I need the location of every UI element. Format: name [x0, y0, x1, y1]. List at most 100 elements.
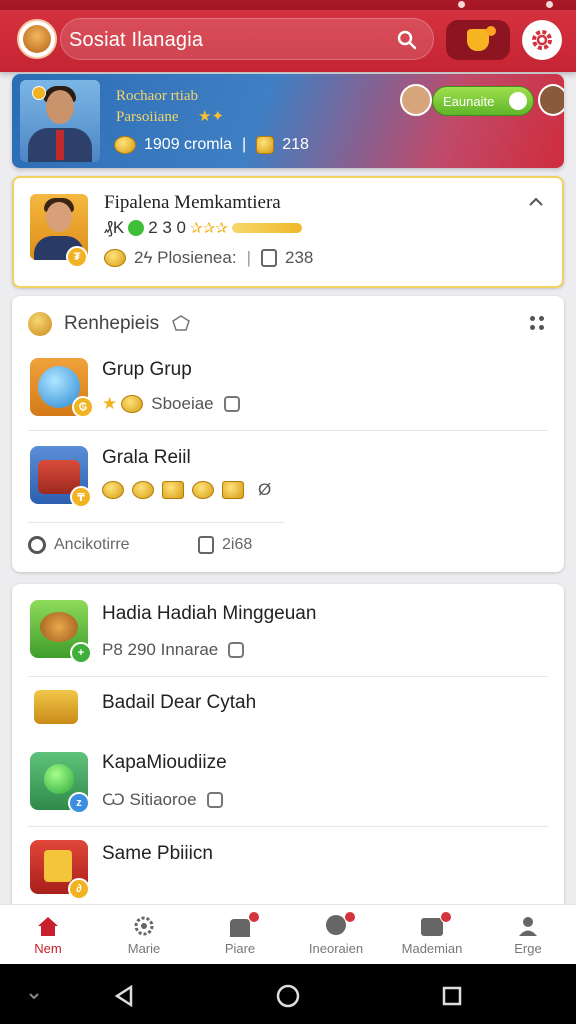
list-item-meta-text: P8 290 Innarae: [102, 640, 219, 659]
nav-label: Nem: [34, 941, 62, 956]
hero-name: Rochaor rtiab: [116, 88, 199, 104]
reward-item-meta-text: Sboeiae: [151, 394, 214, 413]
footer-activity-label: Ancikotirre: [54, 536, 130, 553]
notification-badge: [248, 911, 260, 923]
list-item-meta-text: Ѡ Sitiaoroe: [102, 790, 197, 809]
store-icon: [228, 911, 260, 937]
coin-icon: [121, 395, 144, 413]
more-options-icon[interactable]: [530, 316, 544, 330]
badge-icon: [172, 315, 190, 331]
bottom-nav: Nem Marie Piare Ineoraien Mademian Erge: [0, 904, 576, 964]
gear-icon: [532, 30, 552, 50]
hero-banner[interactable]: Rochaor rtiab Parsoiiane ★✦ 1909 cromla …: [12, 74, 564, 168]
notification-badge: [440, 911, 452, 923]
list-item-title[interactable]: Same Pbiiicn: [102, 843, 213, 865]
app-logo[interactable]: [17, 19, 57, 59]
list-item-title[interactable]: Hadia Hadiah Minggeuan: [102, 603, 316, 625]
xp-progress-bar: [231, 223, 302, 233]
chevron-up-icon[interactable]: [528, 194, 544, 210]
hero-stars: ★✦: [198, 108, 225, 125]
gem-icon: [256, 136, 275, 154]
profile-card[interactable]: ₮ Fipalena Memkamtiera ₰K 2 3 0 ✰✰✰ 2ϟ P…: [12, 176, 564, 288]
weekly-list-card: + Hadia Hadiah Minggeuan P8 290 Innarae …: [12, 584, 564, 904]
inbox-icon: [420, 911, 452, 937]
nav-item-group[interactable]: Erge: [480, 905, 576, 964]
status-dot-icon: [128, 220, 145, 236]
hero-coins: 1909 cromla: [144, 136, 233, 153]
reward-item-meta-text: Ø: [258, 480, 272, 499]
divider: [28, 826, 548, 827]
nav-label: Piare: [224, 941, 256, 956]
gear-icon: [509, 92, 527, 110]
copy-icon[interactable]: [206, 792, 223, 808]
divider: [28, 430, 548, 431]
top-app-bar: Sosiat Ilanagia: [0, 10, 576, 72]
nav-label: Erge: [514, 941, 542, 956]
search-bar[interactable]: Sosiat Ilanagia: [60, 18, 434, 60]
hero-action-label: Eaunaite: [443, 93, 495, 109]
list-item-title[interactable]: Badail Dear Cytah: [102, 692, 256, 714]
trophy-button[interactable]: [446, 20, 510, 60]
gear-icon: [134, 916, 154, 936]
footer-count-label: 2i68: [222, 536, 253, 553]
rewards-card: Renhepieis ₲ Grup Grup ★ Sboeiae ₸ Grala…: [12, 296, 564, 572]
home-button-icon[interactable]: [276, 984, 300, 1008]
friend-avatar[interactable]: [538, 84, 564, 116]
recents-icon[interactable]: [442, 986, 462, 1006]
reward-item-title[interactable]: Grup Grup: [102, 359, 192, 381]
footer-count[interactable]: 2i68: [198, 536, 252, 554]
rank-badge-icon: ₮: [66, 246, 88, 268]
coin-badge-icon: ∂: [68, 878, 90, 900]
battery-icon: [546, 1, 553, 8]
hero-gems: 218: [282, 136, 309, 153]
settings-button[interactable]: [522, 20, 562, 60]
list-item-title[interactable]: KapaMioudiize: [102, 752, 227, 774]
copy-icon[interactable]: [223, 396, 240, 412]
nav-item-home[interactable]: Nem: [0, 905, 96, 964]
system-navigation-bar: [0, 964, 576, 1024]
document-icon: [261, 249, 277, 267]
nav-item-settings[interactable]: Marie: [96, 905, 192, 964]
section-coin-icon: [28, 312, 52, 336]
list-item-meta: Ѡ Sitiaoroe: [102, 790, 223, 810]
crate-icon: [222, 481, 244, 499]
nav-item-store[interactable]: Piare: [192, 905, 288, 964]
coin-icon: [132, 481, 154, 499]
separator: |: [246, 248, 251, 267]
profile-coins: 2ϟ Plosienea:: [134, 248, 237, 267]
level-value: 2 3 0: [148, 218, 187, 237]
star-icon: ★: [102, 394, 118, 413]
notification-badge: [344, 911, 356, 923]
hero-avatar: [20, 80, 100, 162]
nav-label: Marie: [127, 941, 161, 956]
list-item-icon: [30, 684, 88, 732]
reward-item-title[interactable]: Grala Reiil: [102, 447, 191, 469]
copy-icon[interactable]: [228, 642, 245, 658]
separator: |: [242, 136, 247, 153]
coin-icon: [114, 136, 136, 154]
divider: [28, 522, 284, 523]
friend-avatar[interactable]: [400, 84, 432, 116]
profile-level: ₰K 2 3 0 ✰✰✰: [104, 218, 302, 238]
reward-item-meta: ★ Sboeiae: [102, 394, 240, 414]
group-icon: [519, 917, 537, 936]
footer-activity[interactable]: Ancikotirre: [28, 536, 130, 554]
section-title: Renhepieis: [64, 313, 160, 334]
coin-icon: [192, 481, 214, 499]
nav-item-inbox[interactable]: Mademian: [384, 905, 480, 964]
chevron-down-icon[interactable]: [28, 992, 40, 1000]
coin-badge-icon: ₸: [70, 486, 92, 508]
hero-action-button[interactable]: Eaunaite: [432, 86, 534, 116]
level-badge-icon: [32, 86, 46, 100]
level-stars: ✰✰✰: [190, 220, 228, 237]
notification-dot: [486, 26, 496, 36]
profile-name: Fipalena Memkamtiera: [104, 192, 281, 213]
divider: [28, 676, 548, 677]
info-icon: [324, 911, 356, 937]
search-icon[interactable]: [397, 30, 417, 50]
crate-icon: [162, 481, 184, 499]
back-icon[interactable]: [112, 984, 136, 1008]
hero-stats: 1909 cromla | 218: [114, 136, 309, 154]
hero-subtitle: Parsoiiane: [116, 109, 179, 125]
nav-item-info[interactable]: Ineoraien: [288, 905, 384, 964]
